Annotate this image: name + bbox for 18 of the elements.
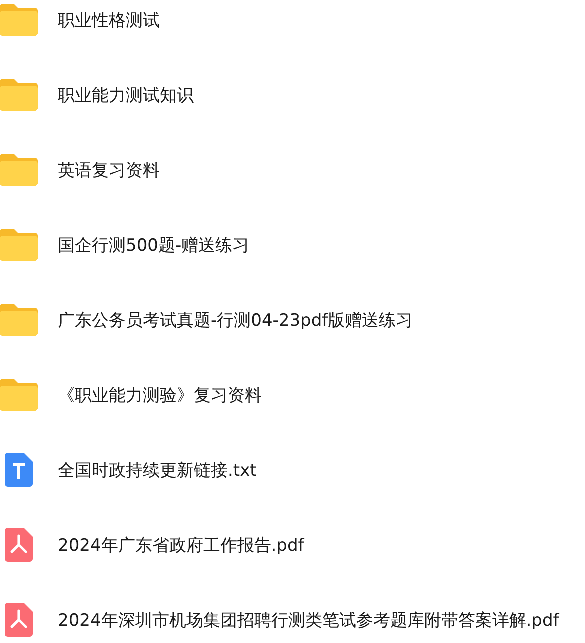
file-name[interactable]: 国企行测500题-赠送练习: [58, 234, 250, 256]
folder-icon: [0, 379, 38, 411]
file-name[interactable]: 广东公务员考试真题-行测04-23pdf版赠送练习: [58, 308, 414, 332]
file-name[interactable]: 英语复习资料: [58, 158, 160, 182]
folder-icon: [0, 4, 38, 36]
file-name[interactable]: 职业能力测试知识: [58, 84, 194, 106]
file-name[interactable]: 2024年广东省政府工作报告.pdf: [58, 534, 304, 556]
text-file-icon: [5, 453, 33, 487]
file-name[interactable]: 全国时政持续更新链接.txt: [58, 458, 257, 482]
file-name[interactable]: 2024年深圳市机场集团招聘行测类笔试参考题库附带答案详解.pdf: [58, 608, 560, 632]
folder-icon: [0, 304, 38, 336]
folder-icon: [0, 154, 38, 186]
pdf-file-icon: [5, 528, 33, 562]
file-name[interactable]: 职业性格测试: [58, 8, 160, 32]
file-name[interactable]: 《职业能力测验》复习资料: [58, 384, 262, 406]
folder-icon: [0, 229, 38, 261]
pdf-file-icon: [5, 603, 33, 637]
folder-icon: [0, 79, 38, 111]
